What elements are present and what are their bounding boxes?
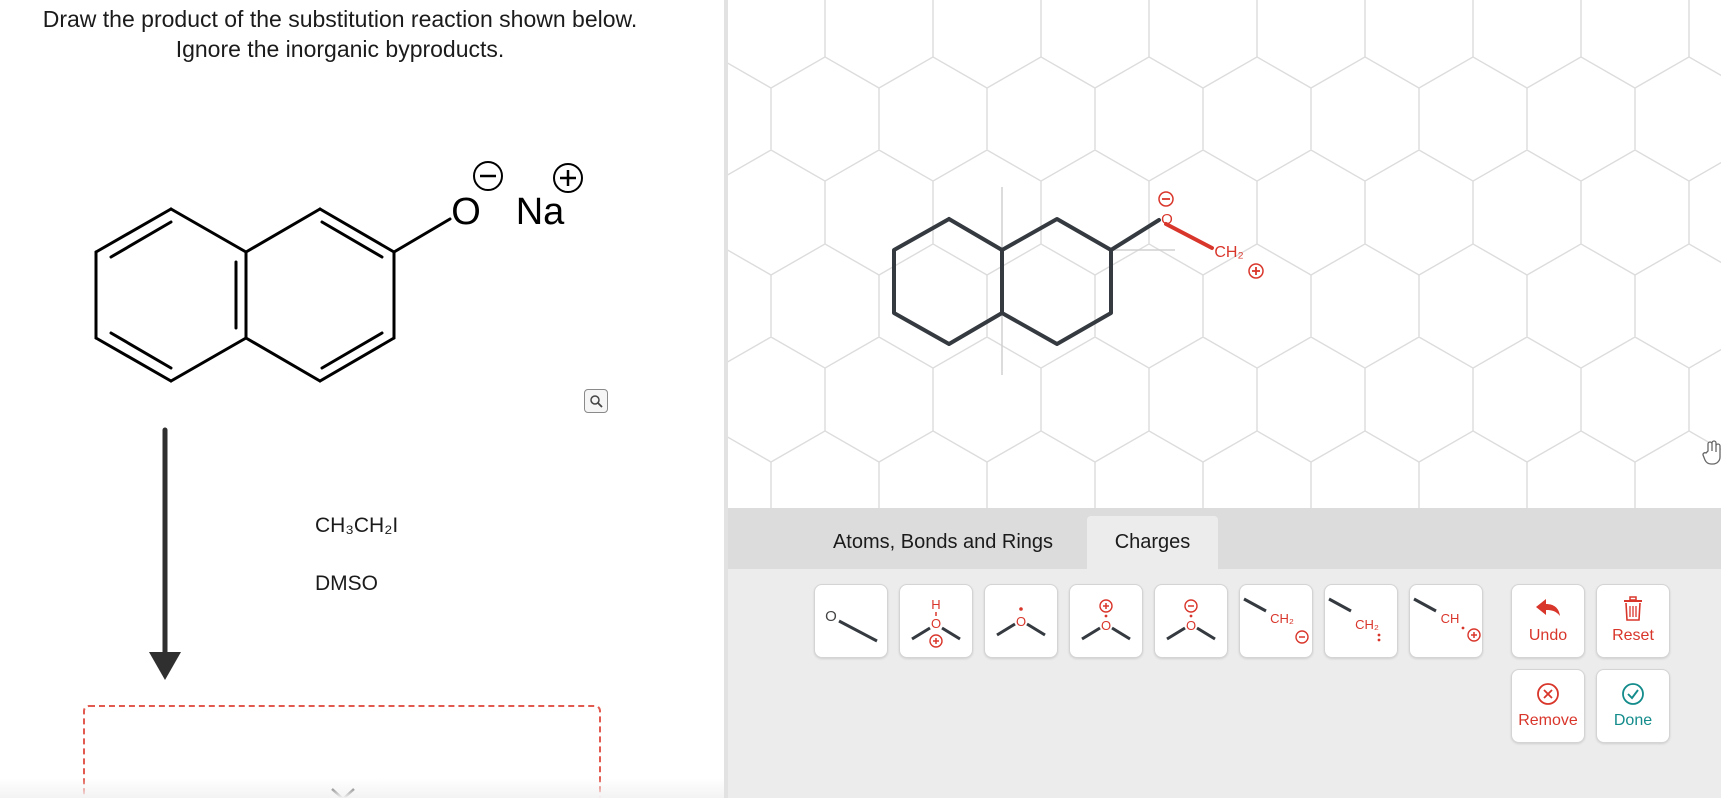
tool-oxonium-positive[interactable]: O bbox=[1069, 584, 1143, 658]
negative-charge-icon bbox=[473, 161, 503, 191]
tool-oxygen-radical[interactable]: O bbox=[984, 584, 1058, 658]
tab-atoms-bonds-rings[interactable]: Atoms, Bonds and Rings bbox=[828, 516, 1058, 569]
tab-charges[interactable]: Charges bbox=[1087, 516, 1218, 569]
bottom-fade bbox=[0, 778, 724, 798]
phenoxide-oxygen-label: O bbox=[451, 191, 481, 233]
tool-ether-oxygen[interactable]: O bbox=[814, 584, 888, 658]
svg-text:CH₂: CH₂ bbox=[1270, 611, 1294, 626]
svg-text:O: O bbox=[825, 608, 837, 625]
alkoxide-negative-icon: O bbox=[1166, 599, 1216, 641]
undo-label: Undo bbox=[1528, 627, 1568, 644]
hydroxy-oxonium-icon: H O bbox=[911, 597, 961, 648]
zoom-button[interactable] bbox=[584, 389, 608, 413]
undo-arrow-icon bbox=[1536, 599, 1560, 616]
question-panel: Draw the product of the substitution rea… bbox=[0, 0, 724, 798]
svg-text:O: O bbox=[1101, 618, 1111, 633]
reset-button[interactable]: Reset bbox=[1596, 584, 1670, 658]
carbanion-icon: CH₂ bbox=[1243, 597, 1309, 644]
oxygen-radical-icon: O bbox=[996, 607, 1046, 637]
svg-text:O: O bbox=[1186, 618, 1196, 633]
carbene-icon: CH₂ bbox=[1328, 597, 1381, 642]
hand-cursor-icon bbox=[1701, 440, 1721, 471]
tool-carbene[interactable]: CH₂ bbox=[1324, 584, 1398, 658]
drawing-canvas[interactable]: O CH₂ bbox=[728, 0, 1721, 508]
editor-tab-bar: Atoms, Bonds and Rings Charges bbox=[728, 508, 1721, 569]
svg-text:H: H bbox=[931, 597, 940, 612]
check-circle-icon bbox=[1622, 683, 1644, 705]
drawing-editor: O CH₂ Atoms, Bonds and Rings Charges O H… bbox=[728, 0, 1721, 798]
reagent-ethyl-iodide: CH₃CH₂I bbox=[315, 514, 399, 537]
oxonium-positive-icon: O bbox=[1081, 599, 1131, 641]
remove-button[interactable]: Remove bbox=[1511, 669, 1585, 743]
ether-oxygen-icon: O bbox=[825, 608, 878, 643]
tool-carbanion[interactable]: CH₂ bbox=[1239, 584, 1313, 658]
svg-text:O: O bbox=[1016, 614, 1026, 629]
carbocation-icon: CH bbox=[1413, 597, 1481, 642]
remove-label: Remove bbox=[1518, 712, 1578, 729]
remove-circle-x-icon bbox=[1537, 683, 1559, 705]
magnifier-icon bbox=[590, 395, 603, 408]
tool-alkoxide-negative[interactable]: O bbox=[1154, 584, 1228, 658]
reagent-solvent: DMSO bbox=[315, 572, 378, 595]
drawn-ch2-label: CH₂ bbox=[1214, 244, 1243, 261]
drawn-oxygen-label: O bbox=[1161, 211, 1173, 228]
editor-grid-and-structure: O CH₂ bbox=[728, 0, 1721, 508]
undo-button[interactable]: Undo bbox=[1511, 584, 1585, 658]
positive-charge-icon bbox=[553, 163, 583, 193]
svg-text:O: O bbox=[931, 616, 941, 631]
tool-carbocation[interactable]: CH bbox=[1409, 584, 1483, 658]
svg-text:CH₂: CH₂ bbox=[1355, 617, 1379, 632]
sodium-label: Na bbox=[516, 191, 565, 233]
done-label: Done bbox=[1613, 712, 1653, 729]
svg-text:CH: CH bbox=[1441, 611, 1460, 626]
trash-icon bbox=[1624, 596, 1642, 621]
tool-hydroxy-oxonium[interactable]: H O bbox=[899, 584, 973, 658]
done-button[interactable]: Done bbox=[1596, 669, 1670, 743]
reset-label: Reset bbox=[1612, 627, 1654, 644]
